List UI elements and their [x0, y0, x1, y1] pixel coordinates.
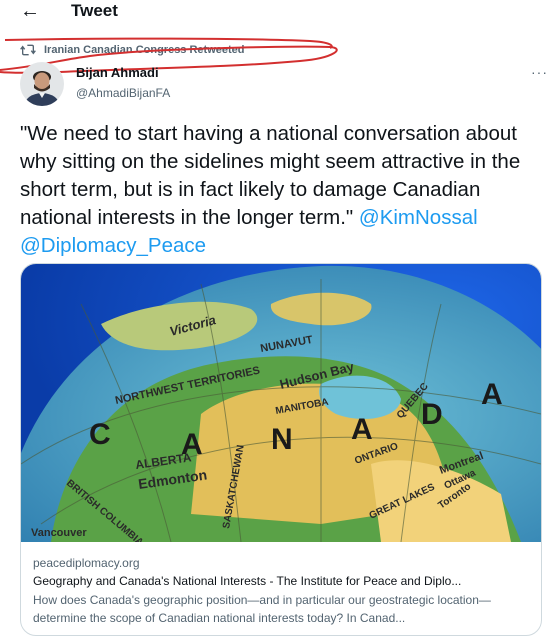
card-title: Geography and Canada's National Interest… [33, 574, 462, 588]
arrow-left-icon[interactable]: ← [20, 0, 40, 22]
map-label: A [351, 413, 373, 446]
page-title: Tweet [71, 1, 118, 20]
card-domain: peacediplomacy.org [33, 556, 140, 570]
retweet-icon [20, 44, 36, 56]
link-card[interactable]: NUNAVUT Victoria NORTHWEST TERRITORIES H… [20, 263, 542, 636]
card-description: How does Canada's geographic position—an… [33, 593, 491, 625]
globe-map-image: NUNAVUT Victoria NORTHWEST TERRITORIES H… [21, 264, 541, 542]
more-options-icon[interactable]: ··· [531, 64, 546, 80]
retweet-context[interactable]: Iranian Canadian Congress Retweeted [20, 42, 245, 58]
map-label: Vancouver [31, 527, 87, 539]
map-label: C [89, 418, 111, 451]
card-meta: peacediplomacy.org Geography and Canada'… [33, 555, 533, 627]
author-name[interactable]: Bijan Ahmadi [76, 65, 159, 81]
avatar[interactable] [20, 62, 64, 106]
author-handle[interactable]: @AhmadiBijanFA [76, 85, 170, 101]
map-label: N [271, 423, 293, 456]
retweet-label: Iranian Canadian Congress Retweeted [44, 44, 245, 56]
mention-link[interactable]: @Diplomacy_Peace [20, 234, 206, 257]
tweet-text: "We need to start having a national conv… [20, 120, 542, 260]
map-label: A [181, 428, 203, 461]
map-label: A [481, 378, 503, 411]
mention-link[interactable]: @KimNossal [359, 206, 478, 229]
map-label: D [421, 398, 443, 431]
tweet-header: ← Tweet [0, 0, 546, 26]
